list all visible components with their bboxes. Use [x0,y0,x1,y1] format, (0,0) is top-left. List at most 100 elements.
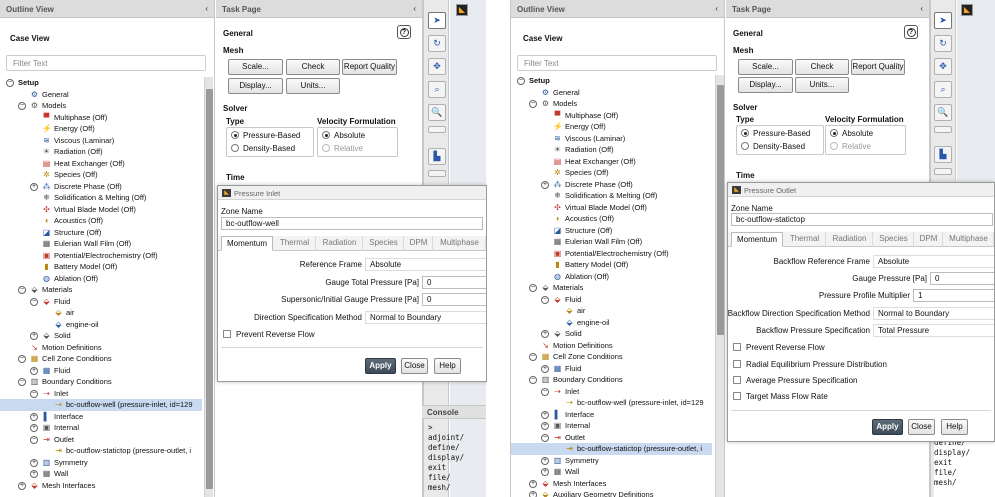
reference-frame-select[interactable]: Absolute [365,258,486,271]
select-pointer-icon[interactable]: ➤ [428,12,446,29]
tree-item[interactable]: ▮ Battery Model (Off) [511,259,712,271]
display-button[interactable]: Display... [228,78,283,94]
tree-item[interactable]: ⇥ bc-outflow-statictop (pressure-outlet, … [0,445,202,457]
tab-species[interactable]: Species [874,232,914,247]
expand-icon[interactable]: + [30,424,38,432]
tab-dpm[interactable]: DPM [405,236,433,251]
collapse-icon[interactable]: − [541,433,549,442]
absolute-radio[interactable]: Absolute [322,131,365,140]
tree-item[interactable]: + ⬙ Auxiliary Geometry Definitions [511,489,712,497]
expand-icon[interactable]: + [30,458,38,467]
collapse-icon[interactable]: − [6,79,14,87]
tree-item[interactable]: ⬙ air [511,305,712,317]
tree-item[interactable]: ◍ Ablation (Off) [511,271,712,283]
expand-icon[interactable]: + [18,481,26,490]
apply-button[interactable]: Apply [872,419,903,435]
zone-name-input[interactable]: bc-outflow-well [221,217,483,230]
units-button[interactable]: Units... [795,77,849,93]
tree-item[interactable]: ✲ Species (Off) [0,169,202,181]
tree-item[interactable]: ▮ Battery Model (Off) [0,261,202,273]
scrollbar-thumb[interactable] [717,85,724,335]
collapse-task-icon[interactable]: ‹ [413,4,416,13]
backflow-pressure-spec-select[interactable]: Total Pressure [873,324,994,337]
expand-icon[interactable]: + [529,491,537,497]
close-button[interactable]: Close [401,358,428,374]
tree-item[interactable]: ⬙ engine-oil [511,317,712,329]
collapse-icon[interactable]: − [541,295,549,304]
tree-item[interactable]: + ▦ Fluid [511,363,712,375]
tree-item[interactable]: ❄ Solidification & Melting (Off) [0,192,202,204]
collapse-icon[interactable]: − [18,102,26,110]
expand-icon[interactable]: + [30,332,38,340]
tree-item[interactable]: + ⬙ Solid [511,328,712,340]
tab-radiation[interactable]: Radiation [317,236,363,251]
gauge-pressure-input[interactable]: 0 [930,272,994,285]
tree-item[interactable]: ⚡ Energy (Off) [0,123,202,135]
tree-item[interactable]: + ▦ Wall [0,468,202,480]
tree-item[interactable]: + ▥ Symmetry [0,457,202,469]
report-quality-button[interactable]: Report Quality [851,59,905,75]
tree-item[interactable]: ◖ Acoustics (Off) [0,215,202,227]
zoom-icon[interactable]: 🔍 [428,104,446,121]
tree-item[interactable]: + ▦ Wall [511,466,712,478]
tree-item[interactable]: + ⬙ Mesh Interfaces [0,480,202,492]
outline-scrollbar[interactable] [204,77,213,497]
average-pressure-checkbox[interactable]: Average Pressure Specification [733,376,857,385]
console-output[interactable]: > adjoint/define/display/exit file/mesh/ [428,423,486,497]
toolbar-button-icon[interactable] [934,168,952,175]
tree-item[interactable]: ▤ Heat Exchanger (Off) [0,158,202,170]
tree-item[interactable]: − ⚙ Models [0,100,202,112]
collapse-icon[interactable]: − [30,297,38,306]
zone-name-input[interactable]: bc-outflow-statictop [731,213,993,226]
tree-item[interactable]: ⇢ bc-outflow-well (pressure-inlet, id=129 [511,397,712,409]
tree-item[interactable]: + ▦ Fluid [0,365,202,377]
initial-gauge-pressure-input[interactable]: 0 [422,293,486,306]
close-button[interactable]: Close [908,419,935,435]
tree-item[interactable]: + ⁂ Discrete Phase (Off) [0,181,202,193]
check-button[interactable]: Check [286,59,340,75]
expand-icon[interactable]: + [541,468,549,476]
tree-item[interactable]: ▤ Heat Exchanger (Off) [511,156,712,168]
tree-item[interactable]: − ⬙ Fluid [0,296,202,308]
collapse-icon[interactable]: − [529,376,537,384]
tree-item[interactable]: − ▦ Cell Zone Conditions [0,353,202,365]
pan-icon[interactable]: ✥ [934,58,952,75]
prevent-reverse-flow-checkbox[interactable]: Prevent Reverse Flow [223,330,315,339]
gauge-total-pressure-input[interactable]: 0 [422,276,486,289]
tree-item[interactable]: + ▣ Internal [0,422,202,434]
expand-icon[interactable]: + [529,479,537,488]
expand-icon[interactable]: + [541,410,549,419]
tree-item[interactable]: − Setup [0,77,202,89]
expand-icon[interactable]: + [541,330,549,338]
expand-icon[interactable]: + [30,182,38,191]
relative-radio[interactable]: Relative [322,144,363,153]
target-mass-flow-checkbox[interactable]: Target Mass Flow Rate [733,392,828,401]
tree-item[interactable]: − ⚙ Models [511,98,712,110]
backflow-direction-method-select[interactable]: Normal to Boundary [873,307,994,320]
tree-item[interactable]: ≋ Viscous (Laminar) [0,135,202,147]
tree-item[interactable]: − ⇢ Inlet [0,388,202,400]
tree-item[interactable]: − ⇥ Outlet [0,434,202,446]
collapse-icon[interactable]: − [529,100,537,108]
pressure-based-radio[interactable]: Pressure-Based [231,131,300,140]
toolbar-separator-icon[interactable] [428,126,446,133]
collapse-icon[interactable]: − [18,286,26,294]
collapse-task-icon[interactable]: ‹ [920,4,923,13]
tree-item[interactable]: ✲ Species (Off) [511,167,712,179]
filter-text-input[interactable]: Filter Text [517,55,717,71]
help-icon[interactable]: ? [904,25,918,39]
tree-item[interactable]: + ⬙ Solid [0,330,202,342]
tree-item[interactable]: ▀ Multiphase (Off) [511,110,712,122]
tab-momentum[interactable]: Momentum [221,236,273,251]
tree-item[interactable]: ▣ Potential/Electrochemistry (Off) [511,248,712,260]
expand-icon[interactable]: + [30,470,38,478]
density-based-radio[interactable]: Density-Based [231,144,295,153]
report-quality-button[interactable]: Report Quality [342,59,397,75]
help-button[interactable]: Help [941,419,968,435]
tab-momentum[interactable]: Momentum [731,232,783,247]
collapse-icon[interactable]: − [517,77,525,85]
expand-icon[interactable]: + [541,364,549,373]
tree-item[interactable]: ↘ Motion Definitions [511,340,712,352]
tree-item[interactable]: − ⬙ Materials [0,284,202,296]
expand-icon[interactable]: + [30,412,38,421]
